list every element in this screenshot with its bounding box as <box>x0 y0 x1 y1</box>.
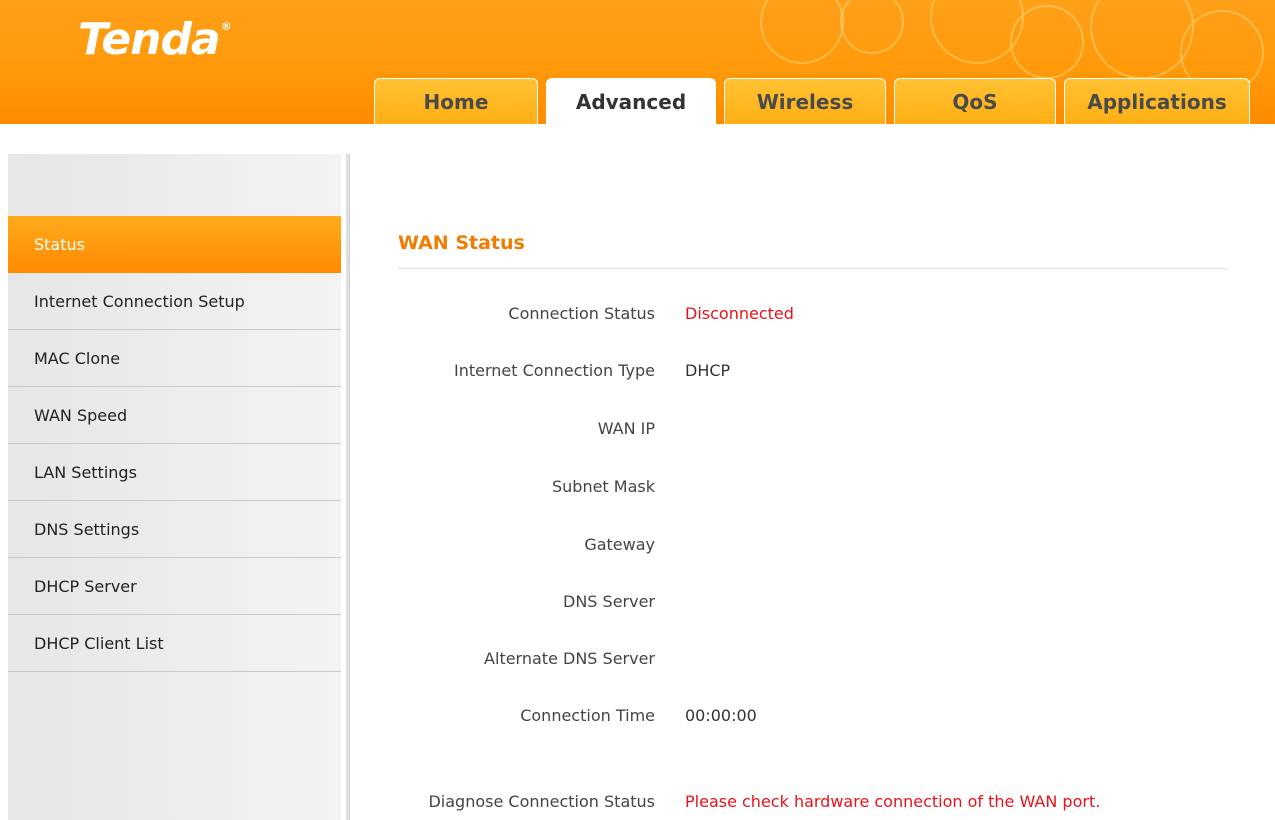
sidebar-item-dhcp-server[interactable]: DHCP Server <box>8 558 341 615</box>
sidebar-item-dhcp-client-list[interactable]: DHCP Client List <box>8 615 341 672</box>
section-title: WAN Status <box>398 232 525 254</box>
tab-advanced[interactable]: Advanced <box>546 78 716 124</box>
tab-applications[interactable]: Applications <box>1064 78 1250 124</box>
status-value: Disconnected <box>685 304 794 323</box>
sidebar-item-status[interactable]: Status <box>8 216 341 273</box>
decorative-bubble <box>760 0 844 64</box>
tenda-logo: Tenda® <box>78 14 232 65</box>
tab-qos[interactable]: QoS <box>894 78 1056 124</box>
field-label: DNS Server <box>563 592 655 611</box>
status-row-connection-time: Connection Time 00:00:00 <box>350 706 1275 730</box>
decorative-bubble <box>840 0 904 54</box>
section-divider <box>398 268 1228 269</box>
field-label: Alternate DNS Server <box>484 649 655 668</box>
sidebar-item-label: DNS Settings <box>34 519 140 539</box>
field-label: Internet Connection Type <box>454 361 655 380</box>
main-content: WAN Status Connection Status Disconnecte… <box>350 154 1275 820</box>
sidebar-item-dns-settings[interactable]: DNS Settings <box>8 501 341 558</box>
field-label: Connection Time <box>520 706 655 725</box>
top-banner: Tenda® Home Advanced Wireless QoS Applic… <box>0 0 1275 124</box>
decorative-bubble <box>1090 0 1194 79</box>
status-row-wan-ip: WAN IP <box>350 419 1275 443</box>
sidebar-item-label: DHCP Server <box>34 576 137 596</box>
field-label: Connection Status <box>508 304 655 323</box>
sidebar-item-label: Internet Connection Setup <box>34 291 245 311</box>
status-row-diagnose: Diagnose Connection Status Please check … <box>350 792 1275 816</box>
status-row-connection-type: Internet Connection Type DHCP <box>350 361 1275 385</box>
connection-type-value: DHCP <box>685 361 731 380</box>
tab-wireless[interactable]: Wireless <box>724 78 886 124</box>
sidebar-item-wan-speed[interactable]: WAN Speed <box>8 387 341 444</box>
sidebar-item-lan-settings[interactable]: LAN Settings <box>8 444 341 501</box>
status-row-subnet-mask: Subnet Mask <box>350 477 1275 501</box>
field-label: WAN IP <box>597 419 655 438</box>
sidebar-item-label: Status <box>34 234 85 254</box>
status-row-connection-status: Connection Status Disconnected <box>350 304 1275 328</box>
tab-home[interactable]: Home <box>374 78 538 124</box>
field-label: Diagnose Connection Status <box>428 792 655 811</box>
sidebar-item-internet-connection-setup[interactable]: Internet Connection Setup <box>8 273 341 330</box>
sidebar-item-label: DHCP Client List <box>34 633 164 653</box>
status-row-gateway: Gateway <box>350 535 1275 559</box>
sidebar-item-label: MAC Clone <box>34 348 121 368</box>
connection-time-value: 00:00:00 <box>685 706 757 725</box>
status-row-dns-server: DNS Server <box>350 592 1275 616</box>
field-label: Subnet Mask <box>551 477 655 496</box>
diagnose-message: Please check hardware connection of the … <box>685 792 1101 811</box>
sidebar-item-mac-clone[interactable]: MAC Clone <box>8 330 341 387</box>
sub-header-bar <box>0 124 1275 154</box>
decorative-bubble <box>930 0 1024 64</box>
sidebar-item-label: WAN Speed <box>34 405 128 425</box>
sidebar: Status Internet Connection Setup MAC Clo… <box>8 154 341 820</box>
status-row-alternate-dns: Alternate DNS Server <box>350 649 1275 673</box>
decorative-bubble <box>1010 5 1084 79</box>
field-label: Gateway <box>584 535 655 554</box>
sidebar-item-label: LAN Settings <box>34 462 137 482</box>
